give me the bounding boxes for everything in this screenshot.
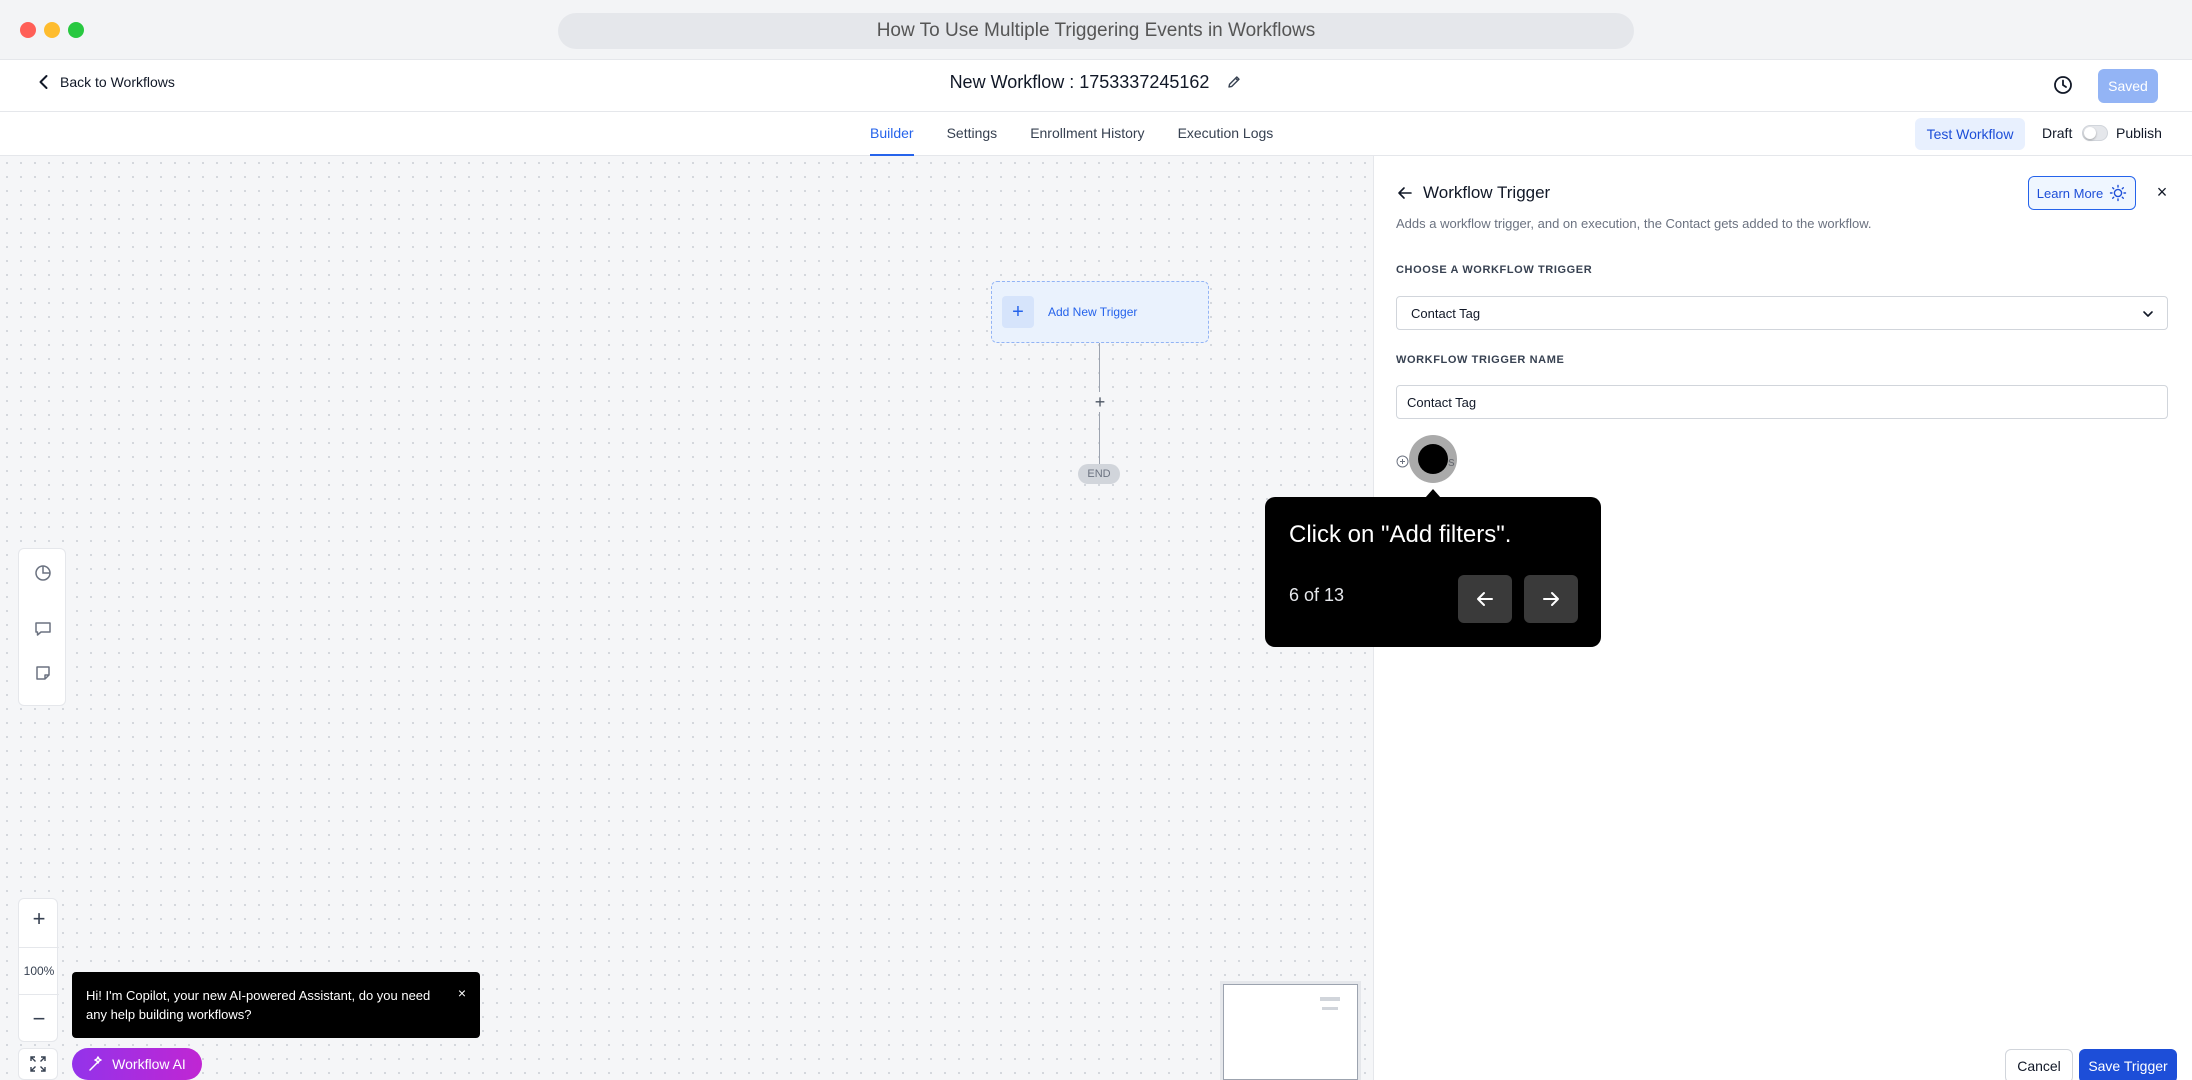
learn-more-label: Learn More [2036, 185, 2104, 201]
comment-icon[interactable] [33, 619, 53, 639]
end-node: END [1078, 464, 1120, 484]
arrow-right-icon [1543, 592, 1559, 606]
minimap[interactable] [1223, 984, 1358, 1080]
panel-description: Adds a workflow trigger, and on executio… [1396, 216, 1872, 231]
pencil-icon[interactable] [1226, 74, 1242, 95]
add-new-trigger-node[interactable]: + Add New Trigger [991, 281, 1209, 343]
choose-trigger-label: CHOOSE A WORKFLOW TRIGGER [1396, 264, 1593, 276]
tour-instruction: Click on "Add filters". [1289, 521, 1512, 548]
trigger-name-input[interactable] [1396, 385, 2168, 419]
draft-label: Draft [2042, 125, 2073, 141]
app-header: Back to Workflows New Workflow : 1753337… [0, 60, 2192, 112]
add-step-button[interactable]: + [1090, 392, 1110, 412]
close-icon[interactable]: × [458, 984, 466, 1003]
trigger-type-select[interactable]: Contact Tag [1396, 296, 2168, 330]
minimap-node [1322, 1007, 1338, 1010]
tab-builder[interactable]: Builder [870, 112, 914, 156]
workflow-title: New Workflow : 1753337245162 [0, 72, 2192, 95]
connector-line [1099, 412, 1100, 464]
history-icon[interactable] [2052, 74, 2074, 96]
tour-previous-button[interactable] [1458, 575, 1512, 623]
plus-circle-icon [1396, 455, 1409, 468]
address-bar[interactable]: How To Use Multiple Triggering Events in… [558, 13, 1634, 49]
tab-enrollment-history[interactable]: Enrollment History [1030, 112, 1144, 156]
browser-chrome: How To Use Multiple Triggering Events in… [0, 0, 2192, 60]
copilot-message: Hi! I'm Copilot, your new AI-powered Ass… [72, 972, 480, 1038]
workflow-title-text: New Workflow : 1753337245162 [949, 72, 1210, 92]
sticky-note-icon[interactable] [33, 663, 53, 683]
selected-trigger: Contact Tag [1411, 305, 1481, 321]
chevron-down-icon [2143, 311, 2153, 317]
workflow-canvas[interactable]: + Add New Trigger + END + 100% − Hi! I'm… [0, 156, 1373, 1080]
publish-label: Publish [2116, 125, 2162, 141]
minimize-window-dot[interactable] [44, 22, 60, 38]
tabs-bar: Builder Settings Enrollment History Exec… [0, 112, 2192, 156]
click-indicator-dot [1418, 444, 1448, 474]
learn-more-button[interactable]: Learn More [2028, 176, 2136, 210]
close-window-dot[interactable] [20, 22, 36, 38]
chart-pie-icon[interactable] [33, 563, 53, 583]
tab-settings[interactable]: Settings [947, 112, 998, 156]
plus-icon: + [1002, 296, 1034, 328]
arrow-left-icon [1477, 592, 1493, 606]
expand-icon [30, 1056, 46, 1072]
fit-view-button[interactable] [18, 1048, 58, 1080]
publish-toggle[interactable] [2082, 125, 2108, 141]
workflow-tabs: Builder Settings Enrollment History Exec… [870, 112, 1273, 156]
close-icon[interactable]: × [2152, 182, 2172, 202]
tour-step-counter: 6 of 13 [1289, 585, 1345, 605]
trigger-node-label: Add New Trigger [1048, 305, 1138, 319]
tour-next-button[interactable] [1524, 575, 1578, 623]
saved-button[interactable]: Saved [2098, 69, 2158, 103]
panel-title: Workflow Trigger [1423, 183, 1551, 202]
minimap-node [1320, 997, 1340, 1001]
trigger-name-label: WORKFLOW TRIGGER NAME [1396, 354, 1565, 366]
zoom-level: 100% [19, 947, 59, 995]
lightbulb-icon [2110, 184, 2127, 202]
zoom-controls: + 100% − [18, 898, 59, 1042]
save-trigger-button[interactable]: Save Trigger [2079, 1049, 2177, 1080]
tour-tooltip: Click on "Add filters". 6 of 13 [1265, 497, 1601, 647]
zoom-out-button[interactable]: − [19, 999, 59, 1039]
canvas-tools [18, 548, 66, 706]
arrow-left-icon[interactable] [1396, 184, 1414, 202]
maximize-window-dot[interactable] [68, 22, 84, 38]
copilot-text: Hi! I'm Copilot, your new AI-powered Ass… [86, 988, 431, 1022]
workflow-ai-label: Workflow AI [112, 1056, 186, 1072]
connector-line [1099, 343, 1100, 392]
magic-wand-icon [89, 1056, 102, 1071]
cancel-button[interactable]: Cancel [2005, 1049, 2073, 1080]
zoom-in-button[interactable]: + [19, 899, 59, 939]
test-workflow-button[interactable]: Test Workflow [1915, 118, 2025, 150]
workflow-ai-button[interactable]: Workflow AI [72, 1048, 202, 1080]
tab-execution-logs[interactable]: Execution Logs [1178, 112, 1274, 156]
